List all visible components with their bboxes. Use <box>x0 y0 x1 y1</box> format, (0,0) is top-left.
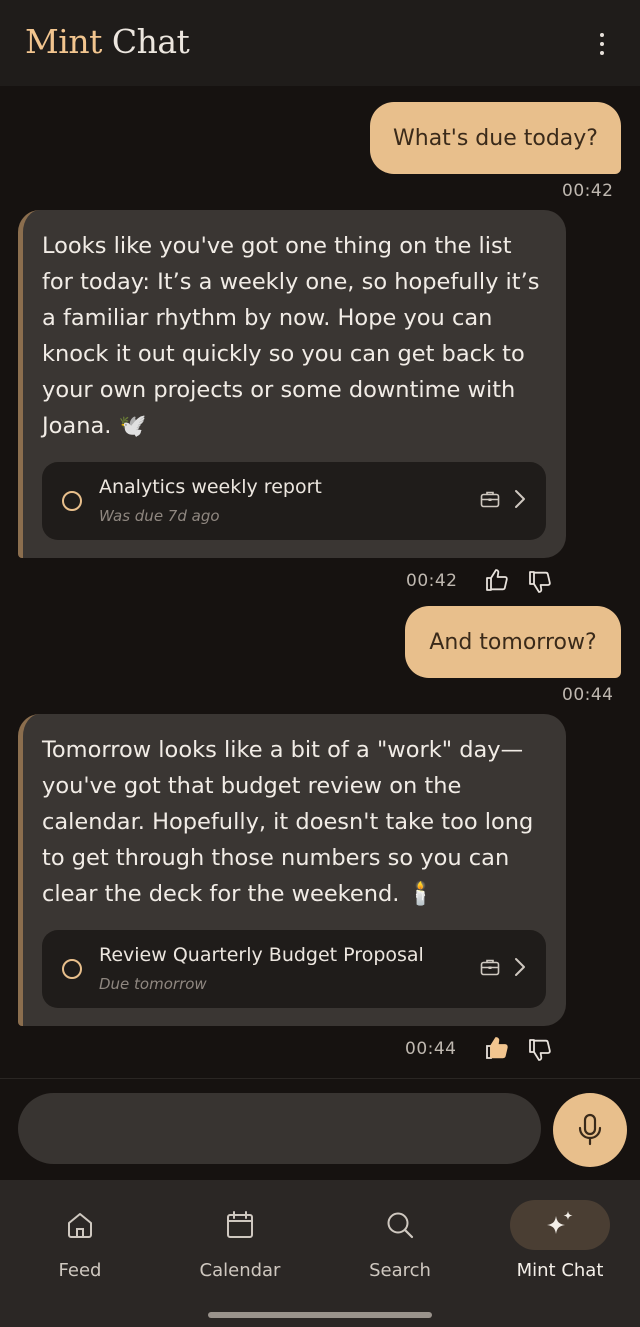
task-card[interactable]: Review Quarterly Budget Proposal Due tom… <box>42 930 546 1008</box>
assistant-message: Looks like you've got one thing on the l… <box>18 210 566 558</box>
nav-item-feed[interactable]: Feed <box>0 1200 160 1300</box>
task-complete-circle[interactable] <box>62 491 82 511</box>
chevron-right-icon[interactable] <box>514 957 526 977</box>
nav-label: Search <box>369 1260 431 1281</box>
app-root: Mint Chat What's due today? 00:42 Looks … <box>0 0 640 1327</box>
thumbs-up-icon[interactable] <box>484 567 510 593</box>
chevron-right-icon[interactable] <box>514 489 526 509</box>
nav-item-mint-chat[interactable]: Mint Chat <box>480 1200 640 1300</box>
calendar-icon <box>227 1211 253 1238</box>
nav-label: Calendar <box>199 1260 281 1281</box>
sparkles-icon <box>547 1211 573 1234</box>
assistant-message-text: Tomorrow looks like a bit of a "work" da… <box>42 737 534 907</box>
message-timestamp: 00:44 <box>562 685 614 705</box>
composer-divider <box>0 1078 640 1079</box>
home-indicator[interactable] <box>208 1312 432 1318</box>
user-message: And tomorrow? <box>405 606 621 678</box>
header: Mint Chat <box>0 0 640 86</box>
microphone-icon <box>578 1113 602 1146</box>
task-complete-circle[interactable] <box>62 959 82 979</box>
message-timestamp: 00:42 <box>562 181 614 201</box>
message-input[interactable] <box>18 1093 541 1164</box>
nav-label: Mint Chat <box>516 1260 604 1281</box>
briefcase-icon <box>480 491 500 508</box>
search-icon <box>387 1212 414 1239</box>
message-timestamp: 00:42 <box>406 571 458 591</box>
nav-label: Feed <box>58 1260 102 1281</box>
app-title-mint: Mint <box>25 22 102 61</box>
app-title-chat: Chat <box>101 22 190 61</box>
thumbs-down-icon[interactable] <box>527 569 553 595</box>
thumbs-up-filled-icon[interactable] <box>484 1035 510 1061</box>
nav-item-calendar[interactable]: Calendar <box>160 1200 320 1300</box>
user-message-text: And tomorrow? <box>429 629 597 655</box>
briefcase-icon <box>480 959 500 976</box>
task-due-status: Due tomorrow <box>99 975 207 993</box>
microphone-button[interactable] <box>553 1093 627 1167</box>
bottom-navigation: Feed Calendar Search Mint Chat <box>0 1180 640 1327</box>
more-vertical-icon[interactable] <box>588 28 616 60</box>
assistant-message-text: Looks like you've got one thing on the l… <box>42 233 540 439</box>
task-card[interactable]: Analytics weekly report Was due 7d ago <box>42 462 546 540</box>
user-message: What's due today? <box>370 102 621 174</box>
thumbs-down-icon[interactable] <box>527 1037 553 1063</box>
user-message-text: What's due today? <box>393 125 598 151</box>
app-title: Mint Chat <box>25 22 190 61</box>
task-due-status: Was due 7d ago <box>99 507 220 525</box>
assistant-message: Tomorrow looks like a bit of a "work" da… <box>18 714 566 1026</box>
task-title: Review Quarterly Budget Proposal <box>99 944 424 966</box>
home-icon <box>68 1213 92 1238</box>
task-title: Analytics weekly report <box>99 476 322 498</box>
message-timestamp: 00:44 <box>405 1039 457 1059</box>
nav-item-search[interactable]: Search <box>320 1200 480 1300</box>
